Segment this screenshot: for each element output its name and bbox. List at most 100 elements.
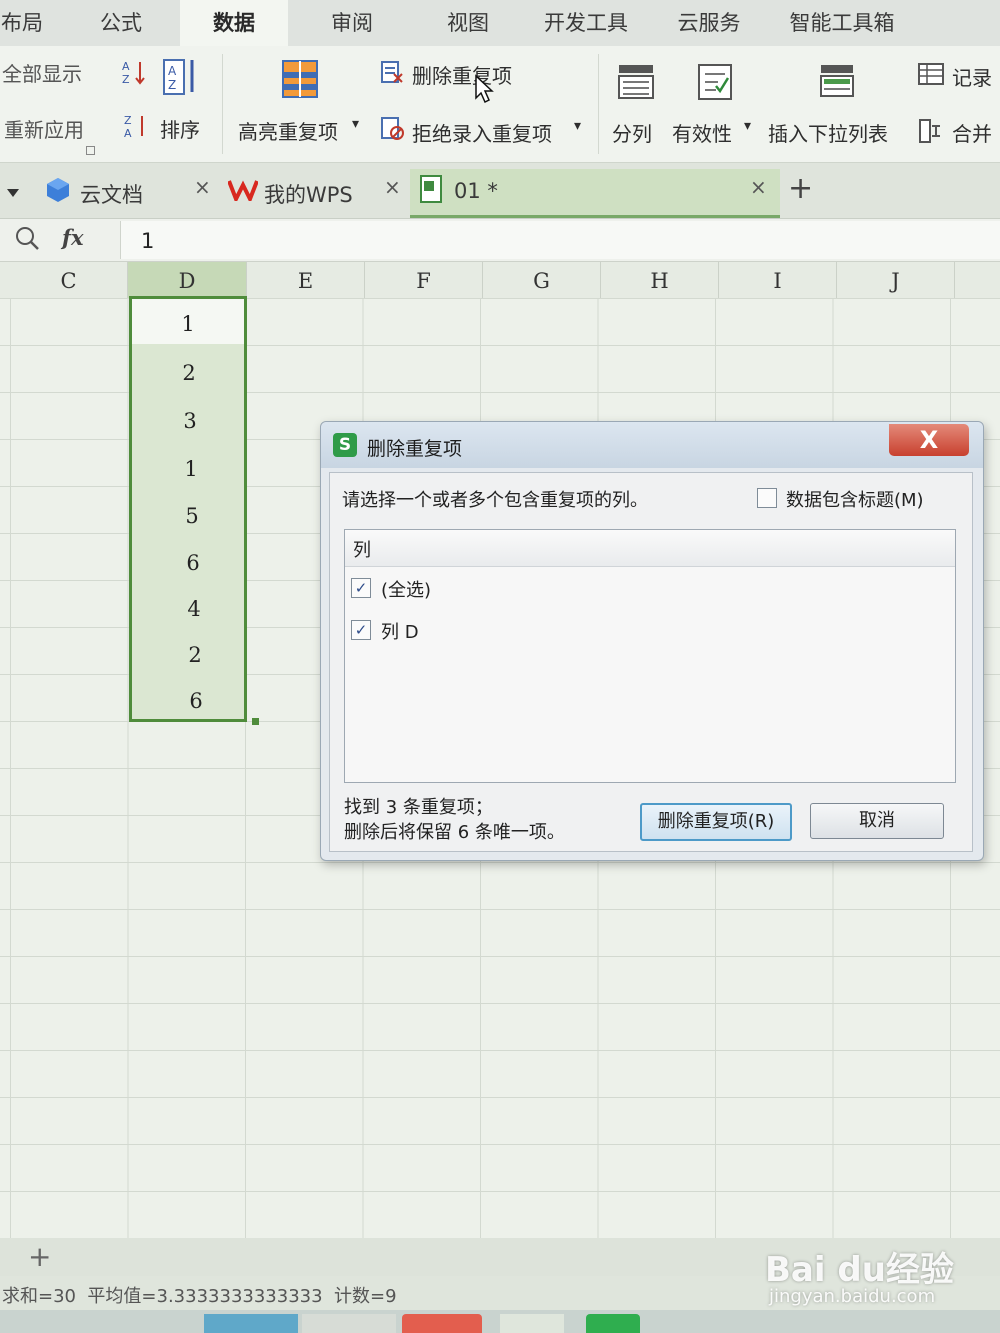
reapply-button[interactable]: 重新应用 bbox=[4, 114, 84, 143]
menu-tab-data[interactable]: 数据 bbox=[180, 0, 288, 46]
doc-tab-01[interactable]: 01 * bbox=[410, 169, 780, 218]
split-column-button[interactable]: 分列 bbox=[612, 118, 652, 147]
remove-duplicates-button[interactable]: 删除重复项 bbox=[412, 60, 512, 89]
column-header-d[interactable]: D bbox=[128, 262, 247, 298]
svg-text:A: A bbox=[168, 64, 177, 78]
column-header-row: C D E F G H I J bbox=[0, 262, 1000, 299]
reject-duplicates-icon[interactable] bbox=[380, 116, 406, 146]
insert-dropdown-list-icon[interactable] bbox=[820, 64, 854, 102]
highlight-duplicates-icon[interactable] bbox=[282, 60, 318, 102]
close-tab-icon[interactable]: × bbox=[384, 175, 401, 199]
doc-tab-label: 我的WPS bbox=[264, 183, 353, 207]
cell-d6[interactable]: 6 bbox=[173, 551, 213, 575]
header-row-checkbox[interactable] bbox=[757, 488, 777, 508]
watermark-brand: Bai du经验 bbox=[765, 1250, 954, 1290]
svg-text:Z: Z bbox=[124, 114, 132, 127]
tab-list-chevron-down-icon[interactable] bbox=[6, 183, 20, 202]
insert-dropdown-list-button[interactable]: 插入下拉列表 bbox=[768, 118, 888, 147]
taskbar-item[interactable] bbox=[204, 1314, 298, 1333]
column-header-f[interactable]: F bbox=[365, 262, 483, 298]
fill-handle[interactable] bbox=[252, 718, 259, 725]
remove-duplicates-icon[interactable] bbox=[380, 60, 404, 88]
svg-text:Z: Z bbox=[168, 78, 176, 92]
column-d-checkbox[interactable]: ✓ bbox=[351, 620, 371, 640]
menu-tab-smart-tools[interactable]: 智能工具箱 bbox=[776, 0, 908, 46]
unique-kept-text: 删除后将保留 6 条唯一项。 bbox=[344, 822, 565, 843]
sort-button[interactable]: 排序 bbox=[160, 114, 200, 143]
doc-tab-cloud-docs[interactable]: 云文档 bbox=[40, 169, 220, 215]
validity-dropdown-icon[interactable]: ▾ bbox=[744, 118, 751, 134]
menu-tab-formula[interactable]: 公式 bbox=[78, 0, 164, 46]
doc-tab-my-wps[interactable]: 我的WPS bbox=[224, 169, 404, 215]
cancel-button[interactable]: 取消 bbox=[810, 803, 944, 839]
remove-duplicates-confirm-button[interactable]: 删除重复项(R) bbox=[640, 803, 792, 841]
split-column-icon[interactable] bbox=[618, 64, 654, 104]
select-all-checkbox[interactable]: ✓ bbox=[351, 578, 371, 598]
dialog-title-bar[interactable]: S 删除重复项 X bbox=[321, 422, 983, 468]
baidu-jingyan-watermark: Bai du经验 jingyan.baidu.com bbox=[765, 1228, 955, 1308]
watermark-url: jingyan.baidu.com bbox=[769, 1286, 936, 1307]
sort-icon[interactable]: AZ bbox=[162, 56, 202, 104]
highlight-duplicates-dropdown-icon[interactable]: ▾ bbox=[352, 116, 359, 132]
menu-tab-developer[interactable]: 开发工具 bbox=[530, 0, 642, 46]
fx-function-icon[interactable]: fx bbox=[62, 225, 84, 250]
taskbar-app-icon[interactable] bbox=[500, 1314, 564, 1333]
cell-d9[interactable]: 6 bbox=[176, 689, 216, 713]
remove-duplicates-dialog: S 删除重复项 X 请选择一个或者多个包含重复项的列。 数据包含标题(M) 列 … bbox=[320, 421, 984, 861]
menu-tab-review[interactable]: 审阅 bbox=[310, 0, 394, 46]
column-header-i[interactable]: I bbox=[719, 262, 837, 298]
reject-duplicates-dropdown-icon[interactable]: ▾ bbox=[574, 118, 581, 134]
spreadsheet-file-icon bbox=[420, 175, 444, 208]
select-all-label[interactable]: (全选) bbox=[381, 576, 431, 602]
formula-input[interactable]: 1 bbox=[120, 221, 1000, 259]
menu-tab-layout[interactable]: 布局 bbox=[0, 0, 50, 46]
cell-d1[interactable]: 1 bbox=[168, 312, 208, 336]
taskbar-app-icon[interactable] bbox=[586, 1314, 640, 1333]
cell-d4[interactable]: 1 bbox=[171, 457, 211, 481]
sort-descending-icon[interactable]: ZA bbox=[122, 112, 150, 144]
cell-d7[interactable]: 4 bbox=[174, 597, 214, 621]
column-list-header: 列 bbox=[345, 530, 955, 567]
reject-duplicates-button[interactable]: 拒绝录入重复项 bbox=[412, 118, 552, 147]
validity-button[interactable]: 有效性 bbox=[672, 118, 732, 147]
column-header-g[interactable]: G bbox=[483, 262, 601, 298]
ribbon-divider bbox=[222, 54, 223, 154]
menu-tab-cloud[interactable]: 云服务 bbox=[664, 0, 754, 46]
column-header-j[interactable]: J bbox=[837, 262, 955, 298]
close-tab-icon[interactable]: × bbox=[750, 175, 767, 199]
cell-d5[interactable]: 5 bbox=[172, 504, 212, 528]
add-sheet-plus-icon[interactable]: + bbox=[28, 1240, 51, 1273]
merge-button[interactable]: 合并 bbox=[952, 118, 992, 147]
new-tab-plus-icon[interactable]: + bbox=[788, 171, 813, 206]
doc-tab-label: 云文档 bbox=[80, 183, 143, 207]
menu-tab-view[interactable]: 视图 bbox=[428, 0, 508, 46]
taskbar-app-icon[interactable] bbox=[402, 1314, 482, 1333]
cell-d8[interactable]: 2 bbox=[175, 643, 215, 667]
zoom-search-icon[interactable] bbox=[14, 225, 40, 255]
column-header-e[interactable]: E bbox=[247, 262, 365, 298]
mouse-cursor-icon bbox=[474, 74, 496, 108]
highlight-duplicates-button[interactable]: 高亮重复项 bbox=[238, 116, 338, 145]
column-header-c[interactable]: C bbox=[10, 262, 128, 298]
wps-logo-icon bbox=[227, 179, 259, 206]
svg-text:Z: Z bbox=[122, 73, 130, 86]
merge-icon[interactable] bbox=[918, 118, 944, 148]
dialog-close-button[interactable]: X bbox=[889, 424, 969, 456]
sort-ascending-icon[interactable]: AZ bbox=[120, 58, 148, 90]
taskbar-item[interactable] bbox=[302, 1314, 396, 1333]
show-all-button[interactable]: 全部显示 bbox=[2, 58, 82, 87]
record-button[interactable]: 记录 bbox=[952, 62, 992, 91]
header-row-checkbox-label[interactable]: 数据包含标题(M) bbox=[786, 486, 924, 512]
column-header-h[interactable]: H bbox=[601, 262, 719, 298]
svg-text:A: A bbox=[124, 127, 132, 140]
validity-icon[interactable] bbox=[698, 64, 732, 104]
cloud-docs-cube-icon bbox=[46, 177, 70, 208]
close-tab-icon[interactable]: × bbox=[194, 175, 211, 199]
cell-d2[interactable]: 2 bbox=[169, 361, 209, 385]
menu-bar: 布局 公式 数据 审阅 视图 开发工具 云服务 智能工具箱 bbox=[0, 0, 1000, 46]
dialog-launcher-icon[interactable] bbox=[86, 146, 95, 155]
column-d-label[interactable]: 列 D bbox=[381, 618, 419, 644]
cell-d3[interactable]: 3 bbox=[170, 409, 210, 433]
record-icon[interactable] bbox=[918, 62, 944, 90]
column-list[interactable]: 列 ✓ (全选) ✓ 列 D bbox=[344, 529, 956, 783]
